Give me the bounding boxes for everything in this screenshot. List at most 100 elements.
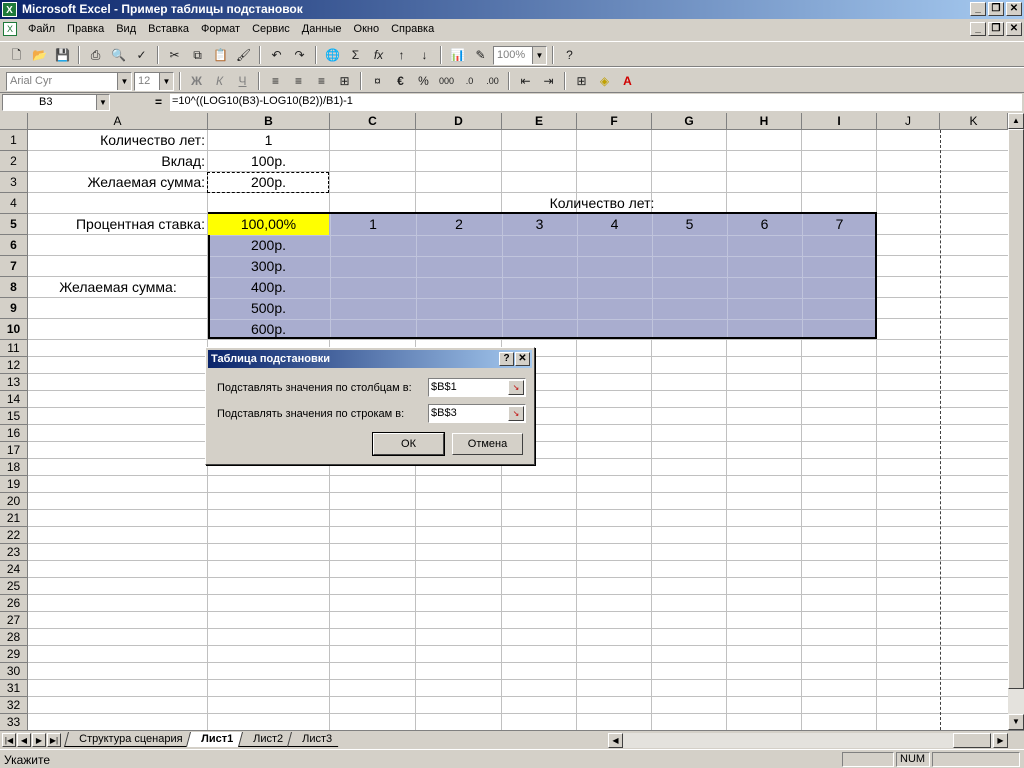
chevron-down-icon[interactable]: ▼ — [96, 95, 109, 110]
formula-input[interactable]: =10^((LOG10(B3)-LOG10(B2))/B1)-1 — [170, 94, 1022, 111]
autosum-icon[interactable]: Σ — [345, 45, 366, 65]
thousands-button[interactable]: 000 — [436, 71, 457, 91]
tab-sheet2[interactable]: Лист2 — [237, 732, 293, 747]
cell-i5[interactable]: 7 — [802, 214, 877, 234]
zoom-select[interactable]: 100% ▼ — [493, 45, 547, 65]
last-sheet-icon[interactable]: ▶| — [47, 733, 61, 747]
open-folder-icon[interactable]: 📂 — [29, 45, 50, 65]
cell-a3[interactable]: Желаемая сумма: — [28, 172, 208, 192]
cell-b2[interactable]: 100р. — [208, 151, 329, 171]
tab-sheet3[interactable]: Лист3 — [286, 732, 342, 747]
workbook-icon[interactable]: X — [3, 22, 17, 36]
underline-button[interactable]: Ч — [232, 71, 253, 91]
decrease-indent-icon[interactable]: ⇤ — [515, 71, 536, 91]
row-header-31[interactable]: 31 — [0, 680, 28, 697]
row-header-28[interactable]: 28 — [0, 629, 28, 646]
menu-insert[interactable]: Вставка — [148, 23, 189, 35]
scroll-up-icon[interactable]: ▲ — [1008, 113, 1024, 129]
prev-sheet-icon[interactable]: ◀ — [17, 733, 31, 747]
cell-d5[interactable]: 2 — [416, 214, 502, 234]
col-header-b[interactable]: B — [208, 113, 330, 130]
row-header-12[interactable]: 12 — [0, 357, 28, 374]
undo-icon[interactable]: ↶ — [266, 45, 287, 65]
save-icon[interactable]: 💾 — [52, 45, 73, 65]
tab-sheet1[interactable]: Лист1 — [186, 732, 244, 747]
row-header-29[interactable]: 29 — [0, 646, 28, 663]
restore-button[interactable]: ❐ — [988, 2, 1004, 16]
name-box[interactable]: B3 ▼ — [2, 94, 110, 111]
chevron-down-icon[interactable]: ▼ — [117, 72, 131, 90]
menu-edit[interactable]: Правка — [67, 23, 104, 35]
row-header-7[interactable]: 7 — [0, 256, 28, 277]
row-header-27[interactable]: 27 — [0, 612, 28, 629]
cell-b8[interactable]: 400р. — [208, 277, 329, 297]
increase-indent-icon[interactable]: ⇥ — [538, 71, 559, 91]
paste-icon[interactable]: 📋 — [210, 45, 231, 65]
close-button[interactable]: ✕ — [1006, 2, 1022, 16]
cell-a5[interactable]: Процентная ставка: — [28, 214, 208, 234]
row-header-20[interactable]: 20 — [0, 493, 28, 510]
cell-a8[interactable]: Желаемая сумма: — [28, 277, 208, 297]
dialog-close-button[interactable]: ✕ — [515, 352, 530, 366]
first-sheet-icon[interactable]: |◀ — [2, 733, 16, 747]
scroll-left-icon[interactable]: ◀ — [608, 733, 623, 748]
row-header-1[interactable]: 1 — [0, 130, 28, 151]
menu-window[interactable]: Окно — [354, 23, 380, 35]
sort-descending-icon[interactable]: ↓ — [414, 45, 435, 65]
copy-icon[interactable]: ⧉ — [187, 45, 208, 65]
format-painter-icon[interactable]: 🖌 — [233, 45, 254, 65]
col-header-f[interactable]: F — [577, 113, 652, 130]
menu-data[interactable]: Данные — [302, 23, 342, 35]
borders-icon[interactable]: ⊞ — [571, 71, 592, 91]
row-header-19[interactable]: 19 — [0, 476, 28, 493]
menu-view[interactable]: Вид — [116, 23, 136, 35]
col-header-a[interactable]: A — [28, 113, 208, 130]
tab-scenario-summary[interactable]: Структура сценария — [63, 732, 193, 747]
menu-file[interactable]: Файл — [28, 23, 55, 35]
menu-tools[interactable]: Сервис — [252, 23, 290, 35]
italic-button[interactable]: К — [209, 71, 230, 91]
function-icon[interactable]: fx — [368, 45, 389, 65]
row-header-24[interactable]: 24 — [0, 561, 28, 578]
row-header-32[interactable]: 32 — [0, 697, 28, 714]
spelling-icon[interactable]: ✓ — [131, 45, 152, 65]
fill-color-icon[interactable]: ◈ — [594, 71, 615, 91]
chevron-down-icon[interactable]: ▼ — [532, 46, 546, 64]
collapse-dialog-icon[interactable]: ↘ — [508, 406, 524, 421]
row-header-6[interactable]: 6 — [0, 235, 28, 256]
office-assistant-icon[interactable]: ? — [559, 45, 580, 65]
menu-format[interactable]: Формат — [201, 23, 240, 35]
cell-g5[interactable]: 5 — [652, 214, 727, 234]
vertical-scrollbar[interactable]: ▲ ▼ — [1008, 113, 1024, 730]
font-select[interactable]: Arial Cyr ▼ — [6, 71, 132, 91]
help-button[interactable]: ? — [499, 352, 514, 366]
align-center-icon[interactable]: ≡ — [288, 71, 309, 91]
redo-icon[interactable]: ↷ — [289, 45, 310, 65]
ok-button[interactable]: ОК — [372, 432, 445, 456]
dialog-title-bar[interactable]: Таблица подстановки ? ✕ — [208, 350, 532, 368]
merge-center-icon[interactable]: ⊞ — [334, 71, 355, 91]
align-left-icon[interactable]: ≡ — [265, 71, 286, 91]
cell-h5[interactable]: 6 — [727, 214, 802, 234]
row-header-21[interactable]: 21 — [0, 510, 28, 527]
doc-restore-button[interactable]: ❐ — [988, 22, 1004, 36]
cell-b9[interactable]: 500р. — [208, 298, 329, 318]
cell-e4[interactable]: Количество лет: — [502, 193, 702, 213]
cancel-button[interactable]: Отмена — [452, 433, 523, 455]
row-header-3[interactable]: 3 — [0, 172, 28, 193]
cell-a2[interactable]: Вклад: — [28, 151, 208, 171]
row-header-10[interactable]: 10 — [0, 319, 28, 340]
increase-decimal-icon[interactable]: .0 — [459, 71, 480, 91]
chevron-down-icon[interactable]: ▼ — [159, 72, 173, 90]
col-header-k[interactable]: K — [940, 113, 1008, 130]
cell-f5[interactable]: 4 — [577, 214, 652, 234]
chart-wizard-icon[interactable]: 📊 — [447, 45, 468, 65]
currency-icon[interactable]: ¤ — [367, 71, 388, 91]
drawing-icon[interactable]: ✎ — [470, 45, 491, 65]
scroll-down-icon[interactable]: ▼ — [1008, 714, 1024, 730]
row-header-13[interactable]: 13 — [0, 374, 28, 391]
excel-icon[interactable]: X — [2, 2, 17, 17]
decrease-decimal-icon[interactable]: .00 — [482, 71, 503, 91]
select-all-corner[interactable] — [0, 113, 28, 130]
row-header-2[interactable]: 2 — [0, 151, 28, 172]
